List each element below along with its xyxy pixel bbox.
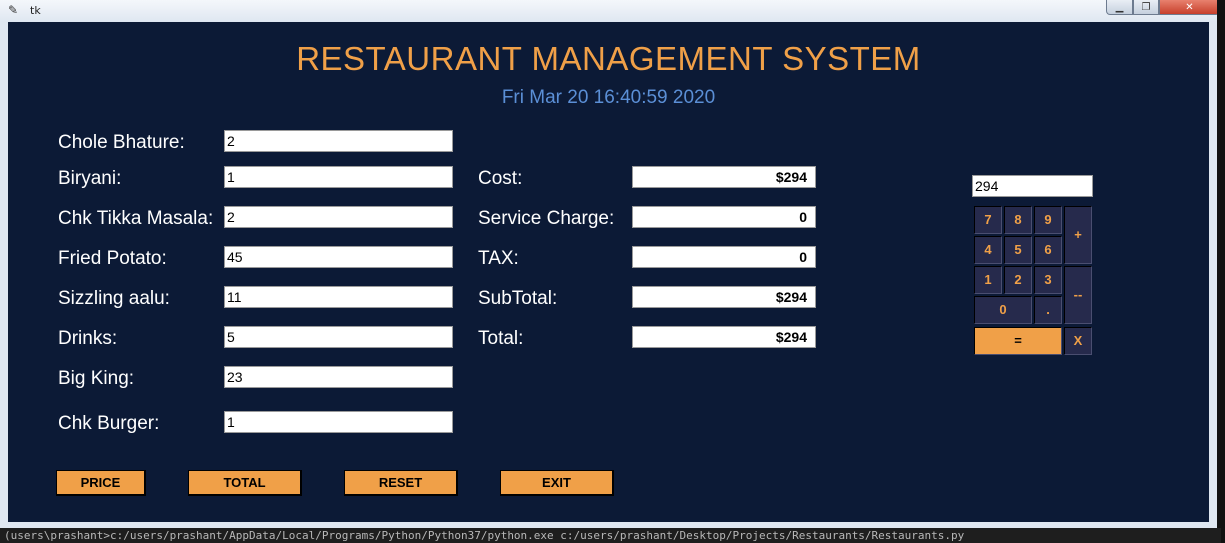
app-title: RESTAURANT MANAGEMENT SYSTEM xyxy=(296,40,921,77)
label-subtotal: SubTotal: xyxy=(478,288,558,309)
calc-key-1[interactable]: 1 xyxy=(974,266,1002,294)
exit-button[interactable]: EXIT xyxy=(500,470,614,496)
label-total: Total: xyxy=(478,328,524,349)
fried-potato-input[interactable] xyxy=(224,246,453,268)
label-chole-bhature: Chole Bhature: xyxy=(58,132,185,153)
drinks-input[interactable] xyxy=(224,326,453,348)
feather-icon: ✎ xyxy=(8,3,19,17)
label-service-charge: Service Charge: xyxy=(478,208,615,229)
subtotal-field[interactable] xyxy=(632,286,816,308)
cost-field[interactable] xyxy=(632,166,816,188)
datetime-label: Fri Mar 20 16:40:59 2020 xyxy=(501,87,716,108)
calc-key-2[interactable]: 2 xyxy=(1004,266,1032,294)
biryani-input[interactable] xyxy=(224,166,453,188)
label-big-king: Big King: xyxy=(58,368,135,389)
window-title: tk xyxy=(30,4,41,17)
calc-key-3[interactable]: 3 xyxy=(1034,266,1062,294)
calc-key-9[interactable]: 9 xyxy=(1034,206,1062,234)
label-drinks: Drinks: xyxy=(58,328,118,349)
label-chk-burger: Chk Burger: xyxy=(58,413,160,434)
price-button[interactable]: PRICE xyxy=(56,470,146,496)
calc-key-minus[interactable]: -- xyxy=(1064,266,1092,324)
label-chk-tikka-masala: Chk Tikka Masala: xyxy=(58,208,214,229)
background-editor-strip xyxy=(1217,0,1225,543)
terminal-command-line: (users\prashant>c:/users/prashant/AppDat… xyxy=(0,528,1221,543)
label-biryani: Biryani: xyxy=(58,168,122,189)
tax-field[interactable] xyxy=(632,246,816,268)
calc-key-plus[interactable]: + xyxy=(1064,206,1092,264)
maximize-button[interactable]: ❐ xyxy=(1133,0,1159,15)
service-charge-field[interactable] xyxy=(632,206,816,228)
close-button[interactable]: ✕ xyxy=(1159,0,1220,15)
reset-button[interactable]: RESET xyxy=(344,470,458,496)
window-frame-left xyxy=(0,22,8,530)
big-king-input[interactable] xyxy=(224,366,453,388)
window-frame-right xyxy=(1209,22,1217,530)
window-titlebar[interactable]: ✎ tk ▁ ❐ ✕ xyxy=(0,0,1225,23)
calc-key-4[interactable]: 4 xyxy=(974,236,1002,264)
window-controls: ▁ ❐ ✕ xyxy=(1106,0,1220,16)
chk-tikka-masala-input[interactable] xyxy=(224,206,453,228)
calc-key-7[interactable]: 7 xyxy=(974,206,1002,234)
calc-key-equals[interactable]: = xyxy=(974,327,1062,355)
total-button[interactable]: TOTAL xyxy=(188,470,302,496)
label-fried-potato: Fried Potato: xyxy=(58,248,167,269)
calc-key-8[interactable]: 8 xyxy=(1004,206,1032,234)
minimize-button[interactable]: ▁ xyxy=(1106,0,1133,15)
calculator-display[interactable]: 294 xyxy=(972,175,1093,197)
calc-key-dot[interactable]: . xyxy=(1034,296,1062,324)
app-area: RESTAURANT MANAGEMENT SYSTEM Fri Mar 20 … xyxy=(8,22,1209,522)
chk-burger-input[interactable] xyxy=(224,411,453,433)
label-sizzling-aalu: Sizzling aalu: xyxy=(58,288,170,309)
calc-key-0[interactable]: 0 xyxy=(974,296,1032,324)
sizzling-aalu-input[interactable] xyxy=(224,286,453,308)
calc-key-6[interactable]: 6 xyxy=(1034,236,1062,264)
calc-key-5[interactable]: 5 xyxy=(1004,236,1032,264)
calc-key-multiply[interactable]: X xyxy=(1064,327,1092,355)
label-tax: TAX: xyxy=(478,248,519,269)
label-cost: Cost: xyxy=(478,168,523,189)
total-field[interactable] xyxy=(632,326,816,348)
chole-bhature-input[interactable] xyxy=(224,130,453,152)
